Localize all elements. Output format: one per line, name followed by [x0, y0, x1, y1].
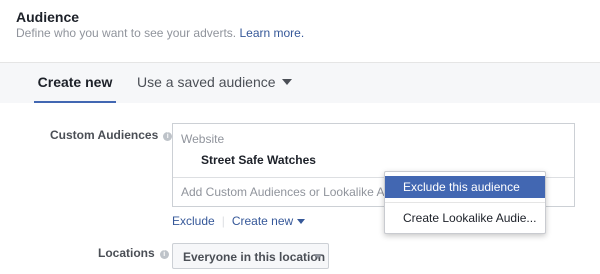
learn-more-link[interactable]: Learn more. [239, 26, 304, 40]
caret-down-icon [281, 79, 292, 85]
tab-use-saved-audience-label: Use a saved audience [137, 74, 276, 90]
locations-label: Locations [98, 246, 155, 260]
custom-audiences-label-row: Custom Audiences i [50, 128, 173, 142]
custom-audiences-label: Custom Audiences [50, 128, 159, 142]
menu-divider [385, 202, 545, 203]
tab-create-new-label: Create new [37, 74, 113, 90]
info-icon[interactable]: i [163, 132, 173, 141]
create-new-label: Create new [231, 214, 294, 228]
custom-audiences-actions: Exclude | Create new [172, 214, 306, 228]
menu-item-create-lookalike[interactable]: Create Lookalike Audie... [385, 207, 545, 229]
selected-audience-item[interactable]: Street Safe Watches [201, 153, 316, 167]
chevron-down-icon [314, 254, 322, 259]
chevron-down-icon [297, 219, 306, 224]
separator: | [221, 214, 225, 228]
info-icon[interactable]: i [159, 250, 169, 259]
section-subtitle: Define who you want to see your adverts.… [16, 26, 304, 40]
locations-selected-value: Everyone in this location [183, 250, 326, 264]
audience-group-label: Website [181, 132, 225, 146]
exclude-link[interactable]: Exclude [172, 214, 215, 228]
locations-select[interactable]: Everyone in this location [172, 243, 329, 269]
create-new-dropdown[interactable]: Create new [231, 214, 306, 228]
tab-use-saved-audience[interactable]: Use a saved audience [137, 74, 292, 102]
audience-tabs: Create new Use a saved audience [0, 62, 600, 104]
audience-options-menu: Exclude this audience Create Lookalike A… [384, 171, 546, 234]
menu-item-exclude-audience[interactable]: Exclude this audience [385, 176, 545, 198]
tab-create-new[interactable]: Create new [34, 74, 116, 104]
locations-label-row: Locations i [98, 246, 169, 260]
section-title: Audience [16, 9, 80, 25]
subtitle-text: Define who you want to see your adverts. [16, 26, 237, 40]
